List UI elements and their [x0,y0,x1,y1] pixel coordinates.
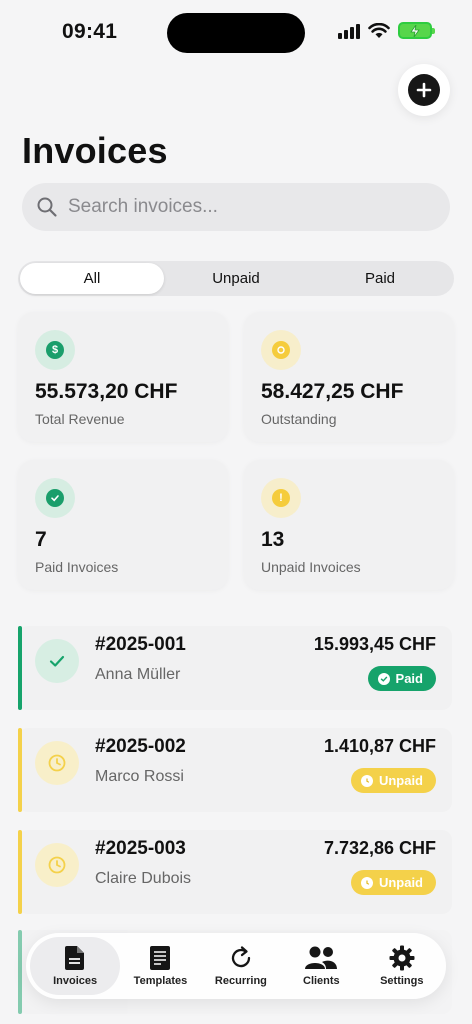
check-icon [35,639,79,683]
clock-icon [35,843,79,887]
dynamic-island [167,13,305,53]
stat-label: Unpaid Invoices [261,559,361,575]
gear-icon [389,945,415,971]
stat-value: 55.573,20 CHF [35,380,178,403]
tab-settings[interactable]: Settings [362,937,442,995]
signal-icon [338,23,360,39]
invoice-number: #2025-001 [95,634,186,655]
tab-label: Templates [133,975,188,987]
page-title: Invoices [22,130,168,171]
invoice-client: Claire Dubois [95,870,192,887]
invoice-amount: 1.410,87 CHF [323,736,436,756]
status-badge: Unpaid [350,870,436,895]
invoice-client: Marco Rossi [95,768,184,785]
clock-icon [360,774,373,787]
invoice-amount: 7.732,86 CHF [323,838,436,858]
invoice-row[interactable]: #2025-002 Marco Rossi 1.410,87 CHF Unpai… [18,728,452,812]
status-badge-label: Paid [395,671,423,686]
stat-value: 13 [261,528,285,551]
clock-icon [35,741,79,785]
stat-card-paid-invoices[interactable]: 7 Paid Invoices [18,460,228,590]
add-invoice-button[interactable] [398,64,450,116]
stat-label: Paid Invoices [35,559,119,575]
invoice-number: #2025-002 [95,736,186,757]
stat-label: Total Revenue [35,411,125,427]
clock-icon [261,330,301,370]
dollar-icon: $ [35,330,75,370]
tab-paid[interactable]: Paid [308,263,452,294]
battery-icon [398,22,435,39]
tab-unpaid[interactable]: Unpaid [164,263,308,294]
status-icons [338,22,435,39]
people-icon [305,946,338,969]
stat-card-unpaid-invoices[interactable]: ! 13 Unpaid Invoices [244,460,454,590]
search-icon [37,197,57,217]
refresh-icon [231,946,251,968]
invoice-client: Anna Müller [95,666,181,683]
search-bar[interactable] [22,183,450,231]
tab-label: Settings [380,975,424,987]
tab-recurring[interactable]: Recurring [201,937,281,995]
invoice-amount: 15.993,45 CHF [313,634,436,654]
check-icon [35,478,75,518]
search-input[interactable] [68,196,408,218]
tab-all[interactable]: All [20,263,164,294]
tab-label: Clients [303,975,340,987]
check-icon [377,672,390,685]
stat-card-total-revenue[interactable]: $ 55.573,20 CHF Total Revenue [18,312,228,442]
status-bar: 09:41 [0,0,472,64]
status-bar-indicator [18,728,22,812]
filter-segmented-control: All Unpaid Paid [18,261,454,296]
status-bar-indicator [18,626,22,710]
tab-label: Recurring [214,975,267,987]
status-bar-indicator [18,930,22,1014]
status-time: 09:41 [62,20,118,43]
clock-icon [360,876,373,889]
tab-label: Invoices [53,975,98,987]
stat-value: 7 [35,528,47,551]
invoice-number: #2025-003 [95,838,186,859]
status-badge-label: Unpaid [378,773,423,788]
status-badge-label: Unpaid [378,875,423,890]
wifi-icon [368,22,390,38]
status-badge: Paid [367,666,436,691]
status-bar-indicator [18,830,22,914]
stat-label: Outstanding [261,411,337,427]
document-icon [65,946,85,970]
plus-icon [408,74,440,106]
stat-value: 58.427,25 CHF [261,380,404,403]
alert-icon: ! [261,478,301,518]
bottom-tab-bar: Invoices Templates Recurring Clients Set… [26,933,446,999]
invoice-row[interactable]: #2025-001 Anna Müller 15.993,45 CHF Paid [18,626,452,710]
tab-templates[interactable]: Templates [120,937,200,995]
status-badge: Unpaid [350,768,436,793]
template-icon [150,946,171,970]
invoice-row[interactable]: #2025-003 Claire Dubois 7.732,86 CHF Unp… [18,830,452,914]
stat-card-outstanding[interactable]: 58.427,25 CHF Outstanding [244,312,454,442]
tab-invoices[interactable]: Invoices [30,937,121,995]
tab-clients[interactable]: Clients [281,937,361,995]
